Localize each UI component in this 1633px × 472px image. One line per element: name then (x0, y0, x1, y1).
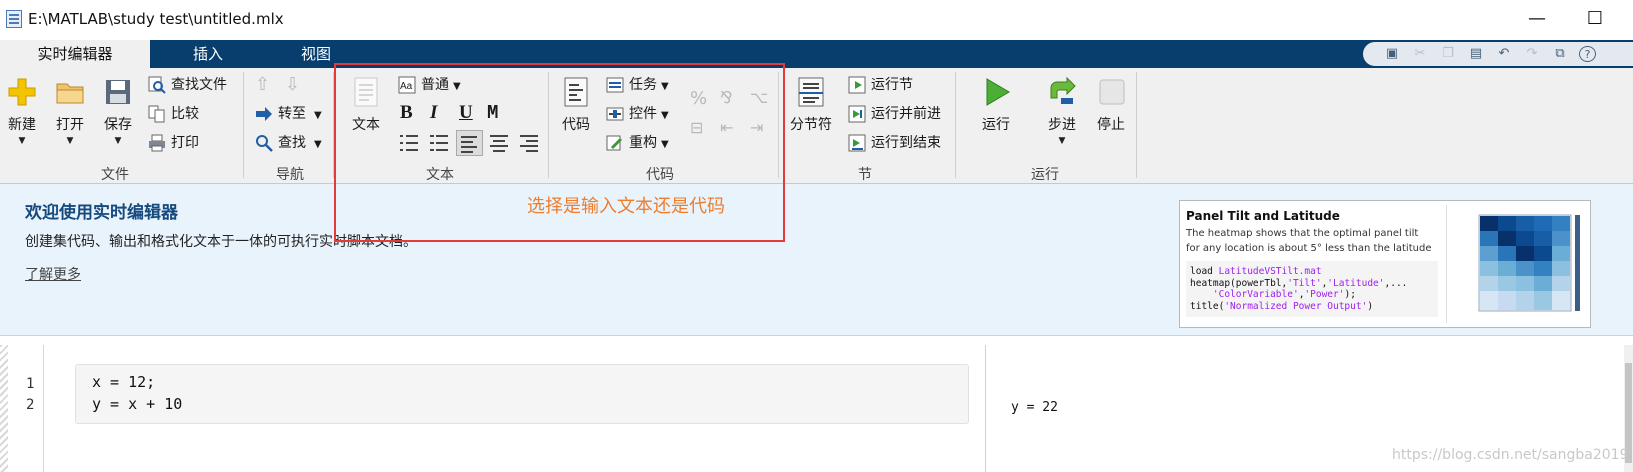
group-divider (243, 72, 244, 178)
highlight-box (334, 63, 785, 242)
find-files-button[interactable]: 查找文件 (148, 74, 227, 96)
stop-icon (1095, 76, 1127, 108)
learn-more-link[interactable]: 了解更多 (25, 264, 81, 284)
printer-icon (148, 134, 166, 152)
redo-icon[interactable]: ↷ (1523, 46, 1541, 62)
code-line[interactable]: x = 12; (92, 373, 155, 391)
quick-access-toolbar: ▣ ✂ ❐ ▤ ↶ ↷ ⧉ ? (1363, 42, 1633, 66)
code-block[interactable] (75, 364, 969, 424)
new-button[interactable]: 新建 ▼ (4, 76, 40, 146)
run-advance-icon (848, 105, 866, 123)
group-divider (1136, 72, 1137, 178)
run-group-label: 运行 (1031, 167, 1059, 183)
plus-icon (6, 76, 38, 108)
example-card-code: load LatitudeVSTilt.mat heatmap(powerTbl… (1186, 261, 1438, 317)
compare-button[interactable]: 比较 (148, 103, 199, 125)
gutter-divider (43, 345, 44, 472)
run-and-advance-button[interactable]: 运行并前进 (848, 103, 941, 125)
undo-icon[interactable]: ↶ (1495, 46, 1513, 62)
colorbar (1575, 215, 1580, 311)
watermark-text: https://blog.csdn.net/sangba2019 (1392, 447, 1629, 463)
minimize-button[interactable]: — (1522, 8, 1552, 30)
output-divider[interactable] (985, 345, 986, 472)
example-card-description: The heatmap shows that the optimal panel… (1186, 228, 1432, 254)
window-layout-icon[interactable]: ⧉ (1551, 46, 1569, 62)
play-icon (980, 76, 1012, 108)
group-divider (955, 72, 956, 178)
copy-icon[interactable]: ❐ (1439, 46, 1457, 62)
open-button[interactable]: 打开 ▼ (52, 76, 88, 146)
example-card-title: Panel Tilt and Latitude (1186, 209, 1340, 223)
section-group-label: 节 (858, 167, 872, 183)
cut-icon[interactable]: ✂ (1411, 46, 1429, 62)
window-title: E:\MATLAB\study test\untitled.mlx (28, 10, 284, 28)
section-break-button[interactable]: 分节符 (786, 76, 836, 134)
line-number: 2 (26, 397, 35, 413)
line-number: 1 (26, 376, 35, 392)
run-to-end-icon (848, 134, 866, 152)
magnifier-icon (255, 134, 273, 152)
gutter-hatch (0, 345, 8, 472)
tab-insert[interactable]: 插入 (178, 40, 238, 68)
goto-button[interactable]: 转至 ▼ (255, 103, 322, 125)
paste-icon[interactable]: ▤ (1467, 46, 1485, 62)
chevron-down-icon: ▼ (314, 110, 322, 121)
step-button[interactable]: 步进 ▼ (1044, 76, 1080, 146)
compare-icon (148, 105, 166, 123)
step-icon (1046, 76, 1078, 108)
arrow-down-icon[interactable]: ⇩ (285, 74, 300, 95)
find-button[interactable]: 查找 ▼ (255, 132, 322, 154)
navigate-group-label: 导航 (276, 167, 304, 183)
print-button[interactable]: 打印 (148, 132, 199, 154)
mlx-file-icon (6, 10, 22, 28)
section-break-icon (795, 76, 827, 108)
heatmap-cells (1480, 216, 1570, 310)
tab-live-editor[interactable]: 实时编辑器 (0, 40, 150, 68)
chevron-down-icon: ▼ (18, 136, 26, 146)
goto-arrow-icon (255, 105, 273, 123)
arrow-up-icon[interactable]: ⇧ (255, 74, 270, 95)
code-line[interactable]: y = x + 10 (92, 395, 182, 413)
save-button[interactable]: 保存 ▼ (100, 76, 136, 146)
chevron-down-icon: ▼ (114, 136, 122, 146)
maximize-button[interactable]: ☐ (1580, 8, 1610, 30)
ribbon-panel: 新建 ▼ 打开 ▼ 保存 ▼ 查找文件 比较 打印 文件 ⇧ ⇩ 转至 ▼ 查找 ▼… (0, 68, 1633, 184)
find-files-icon (148, 76, 166, 94)
help-icon[interactable]: ? (1579, 46, 1596, 62)
example-card[interactable]: Panel Tilt and Latitude The heatmap show… (1179, 200, 1591, 328)
run-to-end-button[interactable]: 运行到结束 (848, 132, 941, 154)
heatmap-thumbnail (1446, 205, 1589, 323)
run-section-icon (848, 76, 866, 94)
run-button[interactable]: 运行 (978, 76, 1014, 134)
stop-button[interactable]: 停止 (1093, 76, 1129, 134)
chevron-down-icon: ▼ (1058, 136, 1066, 146)
chevron-down-icon: ▼ (314, 139, 322, 150)
file-group-label: 文件 (101, 167, 129, 183)
output-value: y = 22 (1011, 400, 1058, 415)
welcome-title: 欢迎使用实时编辑器 (25, 203, 178, 223)
run-section-button[interactable]: 运行节 (848, 74, 913, 96)
save-icon[interactable]: ▣ (1383, 46, 1401, 62)
floppy-save-icon (102, 76, 134, 108)
title-bar: E:\MATLAB\study test\untitled.mlx — ☐ (0, 0, 1633, 40)
heatmap-thumbnail-image (1447, 205, 1589, 323)
chevron-down-icon: ▼ (66, 136, 74, 146)
folder-icon (54, 76, 86, 108)
